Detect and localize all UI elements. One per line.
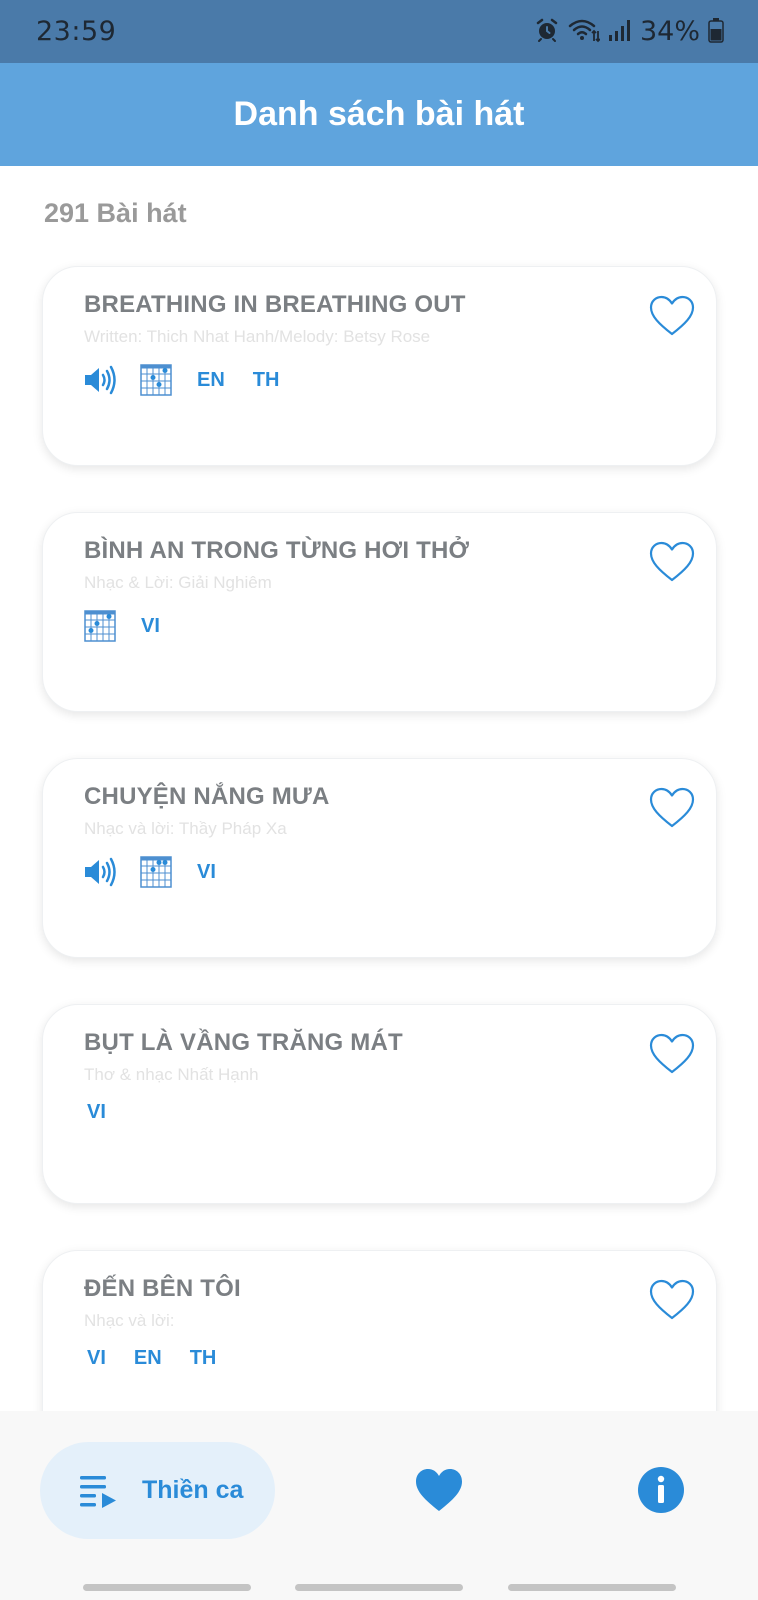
song-list-screen[interactable]: 291 Bài hát BREATHING IN BREATHING OUT W…	[0, 166, 758, 1411]
heart-outline-icon	[649, 541, 695, 582]
lang-tag-vi[interactable]: VI	[137, 615, 164, 638]
page-title: Danh sách bài hát	[233, 95, 525, 133]
bottom-navigation: Thiền ca	[0, 1411, 758, 1569]
nav-item-label: Thiền ca	[142, 1476, 244, 1504]
status-bar: 23:59 34%	[0, 0, 758, 63]
heart-outline-icon	[649, 1033, 695, 1074]
song-author: Nhạc và lời: Thầy Pháp Xa	[84, 819, 287, 838]
nav-item-thien-ca[interactable]: Thiền ca	[40, 1442, 275, 1539]
song-card[interactable]: ĐẾN BÊN TÔI Nhạc và lời: VI EN TH	[42, 1250, 717, 1411]
chord-chart-icon[interactable]	[139, 363, 173, 397]
song-author: Written: Thich Nhat Hanh/Melody: Betsy R…	[84, 327, 431, 346]
song-title: ĐẾN BÊN TÔI	[84, 1275, 241, 1302]
song-card[interactable]: BỤT LÀ VẦNG TRĂNG MÁT Thơ & nhạc Nhất Hạ…	[42, 1004, 717, 1204]
favorite-button[interactable]	[648, 1277, 696, 1323]
lang-tag-en[interactable]: EN	[193, 369, 229, 392]
lang-tag-en[interactable]: EN	[130, 1347, 166, 1370]
battery-percent: 34%	[639, 16, 700, 47]
song-tags: VI	[83, 855, 220, 889]
status-time: 23:59	[36, 16, 117, 47]
song-card[interactable]: BÌNH AN TRONG TỪNG HƠI THỞ Nhạc & Lời: G…	[42, 512, 717, 712]
heart-outline-icon	[649, 1279, 695, 1320]
audio-icon[interactable]	[83, 857, 119, 887]
back-handle[interactable]	[508, 1584, 676, 1591]
lang-tag-th[interactable]: TH	[186, 1347, 221, 1370]
alarm-icon	[534, 17, 560, 47]
song-author: Thơ & nhạc Nhất Hạnh	[84, 1065, 259, 1084]
lang-tag-vi[interactable]: VI	[193, 861, 220, 884]
system-navigation-bar	[0, 1569, 758, 1600]
song-card[interactable]: BREATHING IN BREATHING OUT Written: Thic…	[42, 266, 717, 466]
nav-item-info[interactable]	[637, 1466, 685, 1514]
song-author: Nhạc & Lời: Giải Nghiêm	[84, 573, 272, 592]
audio-icon[interactable]	[83, 365, 119, 395]
favorite-button[interactable]	[648, 539, 696, 585]
battery-icon	[708, 17, 724, 47]
wifi-icon	[568, 17, 601, 47]
favorite-button[interactable]	[648, 785, 696, 831]
chord-chart-icon[interactable]	[139, 855, 173, 889]
song-title: BÌNH AN TRONG TỪNG HƠI THỞ	[84, 537, 470, 564]
song-tags: VI	[83, 1101, 110, 1124]
nav-item-favorites[interactable]	[414, 1467, 464, 1513]
song-tags: EN TH	[83, 363, 283, 397]
song-author: Nhạc và lời:	[84, 1311, 175, 1330]
song-title: BREATHING IN BREATHING OUT	[84, 291, 466, 318]
song-count: 291 Bài hát	[44, 198, 187, 228]
favorite-button[interactable]	[648, 293, 696, 339]
lang-tag-vi[interactable]: VI	[83, 1101, 110, 1124]
favorite-button[interactable]	[648, 1031, 696, 1077]
song-title: CHUYỆN NẮNG MƯA	[84, 783, 330, 810]
recent-apps-handle[interactable]	[83, 1584, 251, 1591]
playlist-icon	[80, 1475, 116, 1508]
home-handle[interactable]	[295, 1584, 463, 1591]
song-card[interactable]: CHUYỆN NẮNG MƯA Nhạc và lời: Thầy Pháp X…	[42, 758, 717, 958]
heart-outline-icon	[649, 295, 695, 336]
signal-icon	[608, 18, 632, 46]
lang-tag-vi[interactable]: VI	[83, 1347, 110, 1370]
app-header: Danh sách bài hát	[0, 63, 758, 166]
song-title: BỤT LÀ VẦNG TRĂNG MÁT	[84, 1029, 403, 1056]
lang-tag-th[interactable]: TH	[249, 369, 284, 392]
heart-outline-icon	[649, 787, 695, 828]
song-tags: VI	[83, 609, 164, 643]
song-list[interactable]: BREATHING IN BREATHING OUT Written: Thic…	[42, 266, 717, 1411]
heart-icon	[416, 1469, 462, 1511]
chord-chart-icon[interactable]	[83, 609, 117, 643]
song-tags: VI EN TH	[83, 1347, 220, 1370]
status-icons: 34%	[534, 16, 724, 47]
info-icon	[638, 1467, 684, 1513]
